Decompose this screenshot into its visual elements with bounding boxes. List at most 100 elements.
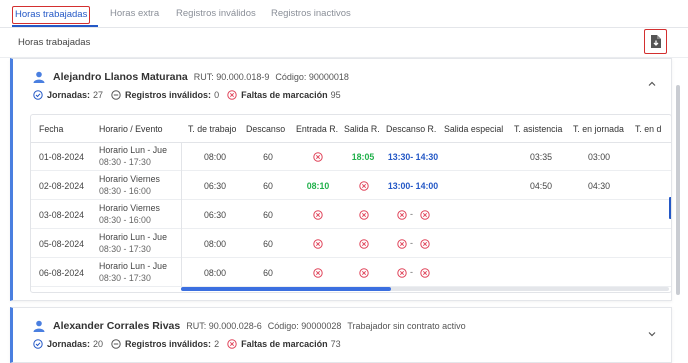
column-header: Descanso R. (386, 124, 437, 134)
missing-mark-icon (420, 210, 430, 220)
stat-label: Jornadas: (47, 339, 91, 349)
worker-name: Alexander Corrales Rivas (53, 320, 181, 332)
missing-mark-icon (359, 210, 369, 220)
missing-mark-icon (359, 181, 369, 191)
stat-value: 20 (93, 339, 104, 349)
tab-horas-extra[interactable]: Horas extra (110, 6, 159, 24)
worker-card: Alejandro Llanos Maturana RUT: 90.000.01… (10, 58, 672, 301)
column-header: Horario / Evento (99, 124, 163, 134)
table-scroll-indicator (669, 197, 671, 219)
column-header: Salida especial (444, 124, 504, 134)
cell-descanso-r: 13:30- 14:30 (387, 152, 439, 162)
table-horizontal-scrollbar-thumb[interactable] (181, 287, 391, 291)
cell-entrada: 08:10 (306, 181, 330, 191)
missing-mark-icon (313, 210, 323, 220)
worker-header: Alejandro Llanos Maturana RUT: 90.000.01… (33, 71, 355, 83)
cell-descanso: 60 (263, 181, 273, 191)
cell-horario-range: 08:30 - 17:30 (99, 157, 151, 167)
cell-fecha: 02-08-2024 (39, 181, 84, 191)
column-header: Descanso (246, 124, 286, 134)
cell-t-trabajo: 08:00 (203, 268, 227, 278)
missing-mark-icon (420, 268, 430, 278)
stat-label: Registros inválidos: (125, 339, 212, 349)
table-header: Fecha Horario / Evento T. de trabajo Des… (31, 115, 671, 143)
stat-value: 73 (330, 339, 341, 349)
column-header: T. en jornada (573, 124, 624, 134)
page-scrollbar-thumb[interactable] (676, 85, 680, 295)
column-header: T. en d (635, 124, 662, 134)
user-icon (33, 71, 45, 83)
missing-mark-icon (313, 268, 323, 278)
missing-mark-icon (397, 239, 407, 249)
cell-t-trabajo: 06:30 (203, 181, 227, 191)
stat-label: Jornadas: (47, 90, 91, 100)
section-title: Horas trabajadas (18, 37, 91, 48)
missing-mark-icon (420, 239, 430, 249)
cell-descanso-r: 13:00- 14:00 (387, 181, 439, 191)
stat-value: 95 (330, 90, 341, 100)
worker-stats: Jornadas: 20 Registros inválidos: 2 Faltas… (33, 339, 349, 349)
cell-fecha: 01-08-2024 (39, 152, 84, 162)
cell-descanso: 60 (263, 268, 273, 278)
chevron-down-icon[interactable] (647, 329, 657, 339)
user-icon (33, 320, 45, 332)
table-row[interactable]: 05-08-2024 Horario Lun - Jue 08:30 - 17:30… (31, 230, 671, 258)
cell-t-asistencia: 04:50 (529, 181, 553, 191)
worker-stats: Jornadas: 27 Registros inválidos: 0 Faltas… (33, 90, 349, 100)
cell-fecha: 05-08-2024 (39, 239, 84, 249)
stat-value: 0 (214, 90, 220, 100)
cell-fecha: 03-08-2024 (39, 210, 84, 220)
column-header: Salida R. (344, 124, 380, 134)
cell-horario-range: 08:30 - 17:30 (99, 273, 151, 283)
cell-horario-range: 08:30 - 16:00 (99, 186, 151, 196)
worker-header: Alexander Corrales Rivas RUT: 90.000.028… (33, 320, 472, 332)
chevron-up-icon[interactable] (647, 79, 657, 89)
export-button[interactable] (644, 29, 667, 54)
missing-mark-icon (359, 268, 369, 278)
range-dash: - (410, 209, 413, 219)
tab-horas-trabajadas[interactable]: Horas trabajadas (12, 6, 91, 24)
worker-name: Alejandro Llanos Maturana (53, 71, 188, 83)
cell-horario: Horario Viernes (99, 174, 160, 184)
table-row[interactable]: 02-08-2024 Horario Viernes 08:30 - 16:00 06… (31, 172, 671, 200)
missing-mark-icon (359, 239, 369, 249)
worker-codigo: Código: 90000018 (275, 72, 349, 82)
column-header: Fecha (39, 124, 64, 134)
active-tab-indicator (12, 25, 98, 27)
cell-horario: Horario Viernes (99, 203, 160, 213)
cell-t-trabajo: 08:00 (203, 239, 227, 249)
cell-t-jornada: 03:00 (587, 152, 611, 162)
stat-invalidos: Registros inválidos: 2 (111, 339, 219, 349)
cell-horario: Horario Lun - Jue (99, 261, 167, 271)
file-download-icon (651, 35, 661, 48)
stat-value: 2 (214, 339, 220, 349)
cell-horario-range: 08:30 - 16:00 (99, 215, 151, 225)
minus-circle-icon (111, 339, 121, 349)
worker-contract-note: Trabajador sin contrato activo (347, 321, 466, 331)
column-divider (181, 143, 182, 286)
cell-horario: Horario Lun - Jue (99, 145, 167, 155)
minus-circle-icon (111, 90, 121, 100)
tab-bar: Horas trabajadas Horas extra Registros i… (0, 0, 688, 28)
cell-t-trabajo: 08:00 (203, 152, 227, 162)
x-circle-icon (227, 90, 237, 100)
stat-jornadas: Jornadas: 20 (33, 339, 103, 349)
check-circle-icon (33, 90, 43, 100)
table-row[interactable]: 01-08-2024 Horario Lun - Jue 08:30 - 17:30… (31, 143, 671, 171)
missing-mark-icon (397, 268, 407, 278)
column-header: T. de trabajo (188, 124, 237, 134)
column-header: Entrada R. (296, 124, 339, 134)
cell-horario-range: 08:30 - 17:30 (99, 244, 151, 254)
cell-fecha: 06-08-2024 (39, 268, 84, 278)
stat-faltas: Faltas de marcación 95 (227, 90, 341, 100)
stat-label: Faltas de marcación (241, 339, 328, 349)
table-row[interactable]: 03-08-2024 Horario Viernes 08:30 - 16:00 06… (31, 201, 671, 229)
tab-registros-inactivos[interactable]: Registros inactivos (271, 6, 351, 24)
cell-salida: 18:05 (351, 152, 375, 162)
stat-faltas: Faltas de marcación 73 (227, 339, 341, 349)
check-circle-icon (33, 339, 43, 349)
stat-label: Faltas de marcación (241, 90, 328, 100)
cell-horario: Horario Lun - Jue (99, 232, 167, 242)
tab-registros-invalidos[interactable]: Registros inválidos (176, 6, 256, 24)
table-row[interactable]: 06-08-2024 Horario Lun - Jue 08:30 - 17:30… (31, 259, 671, 287)
